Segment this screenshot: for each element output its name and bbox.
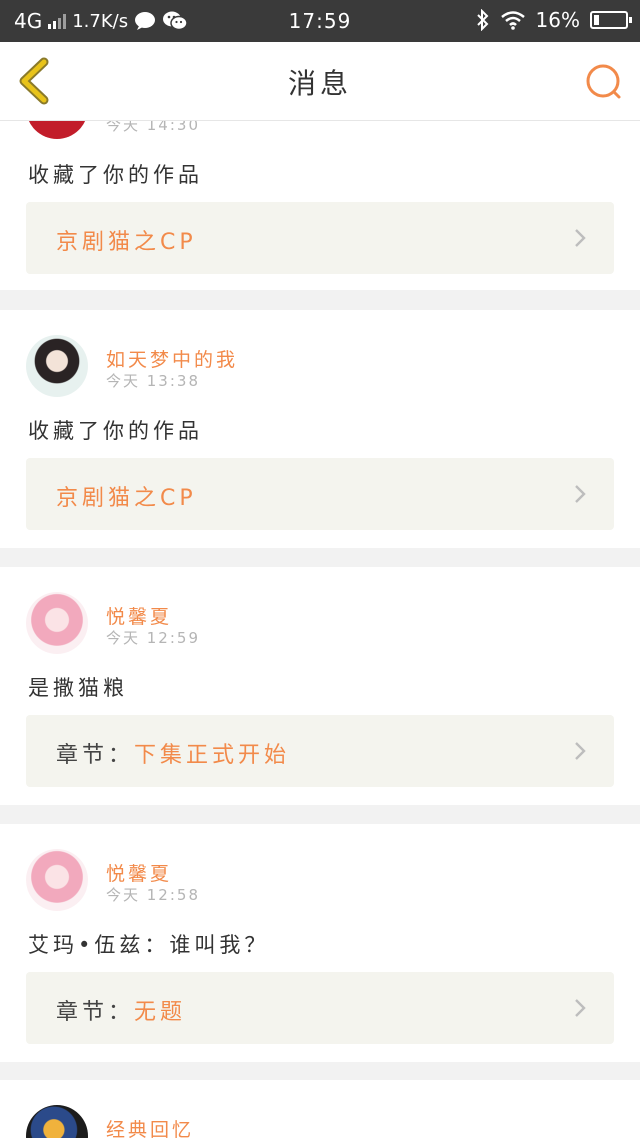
chapter-reference[interactable]: 章节：下集正式开始 (26, 715, 614, 787)
ref-text: 京剧猫之CP (56, 480, 197, 512)
work-reference[interactable]: 京剧猫之CP (26, 202, 614, 274)
message-time: 今天 12:58 (106, 886, 200, 904)
battery-icon (590, 11, 632, 29)
username[interactable]: 如天梦中的我 (106, 345, 238, 372)
avatar[interactable] (26, 335, 88, 397)
avatar[interactable] (26, 1105, 88, 1138)
chevron-right-icon (575, 742, 586, 760)
wifi-icon (500, 11, 525, 30)
message-text: 是撒猫粮 (28, 676, 128, 700)
message-card: 经典回忆 (0, 1080, 640, 1138)
avatar[interactable] (26, 849, 88, 911)
message-text: 收藏了你的作品 (28, 419, 203, 443)
ref-text: 京剧猫之CP (56, 224, 197, 256)
username[interactable]: 悦馨夏 (106, 859, 172, 886)
bluetooth-icon (476, 9, 488, 31)
ref-text: 章节：无题 (56, 994, 186, 1026)
message-card: 悦馨夏 今天 12:58 艾玛•伍兹：谁叫我？ 章节：无题 (0, 824, 640, 1062)
chevron-right-icon (575, 485, 586, 503)
status-bar: 4G 1.7K/s 17:59 16% (0, 0, 640, 42)
page-title: 消息 (287, 67, 352, 100)
ref-prefix: 章节： (56, 743, 135, 768)
ref-title: 下集正式开始 (134, 743, 291, 768)
ref-prefix: 章节： (56, 1000, 135, 1025)
username[interactable]: 悦馨夏 (106, 602, 172, 629)
ref-title: 无题 (134, 1000, 187, 1025)
chevron-right-icon (575, 999, 586, 1017)
message-text: 艾玛•伍兹：谁叫我？ (28, 933, 270, 957)
chevron-right-icon (575, 229, 586, 247)
search-icon[interactable] (584, 62, 624, 102)
status-right: 16% (476, 8, 632, 32)
ref-title: 京剧猫之CP (56, 230, 197, 255)
chapter-reference[interactable]: 章节：无题 (26, 972, 614, 1044)
battery-percent: 16% (535, 8, 580, 32)
work-reference[interactable]: 京剧猫之CP (26, 458, 614, 530)
avatar[interactable] (26, 592, 88, 654)
message-text: 收藏了你的作品 (28, 163, 203, 187)
ref-title: 京剧猫之CP (56, 486, 197, 511)
message-time: 今天 13:38 (106, 372, 200, 390)
message-card: 悦馨夏 今天 12:59 是撒猫粮 章节：下集正式开始 (0, 567, 640, 805)
nav-bar: 消息 (0, 42, 640, 121)
message-card: 如天梦中的我 今天 13:38 收藏了你的作品 京剧猫之CP (0, 310, 640, 548)
ref-text: 章节：下集正式开始 (56, 737, 290, 769)
username[interactable]: 经典回忆 (106, 1115, 194, 1138)
message-time: 今天 12:59 (106, 629, 200, 647)
